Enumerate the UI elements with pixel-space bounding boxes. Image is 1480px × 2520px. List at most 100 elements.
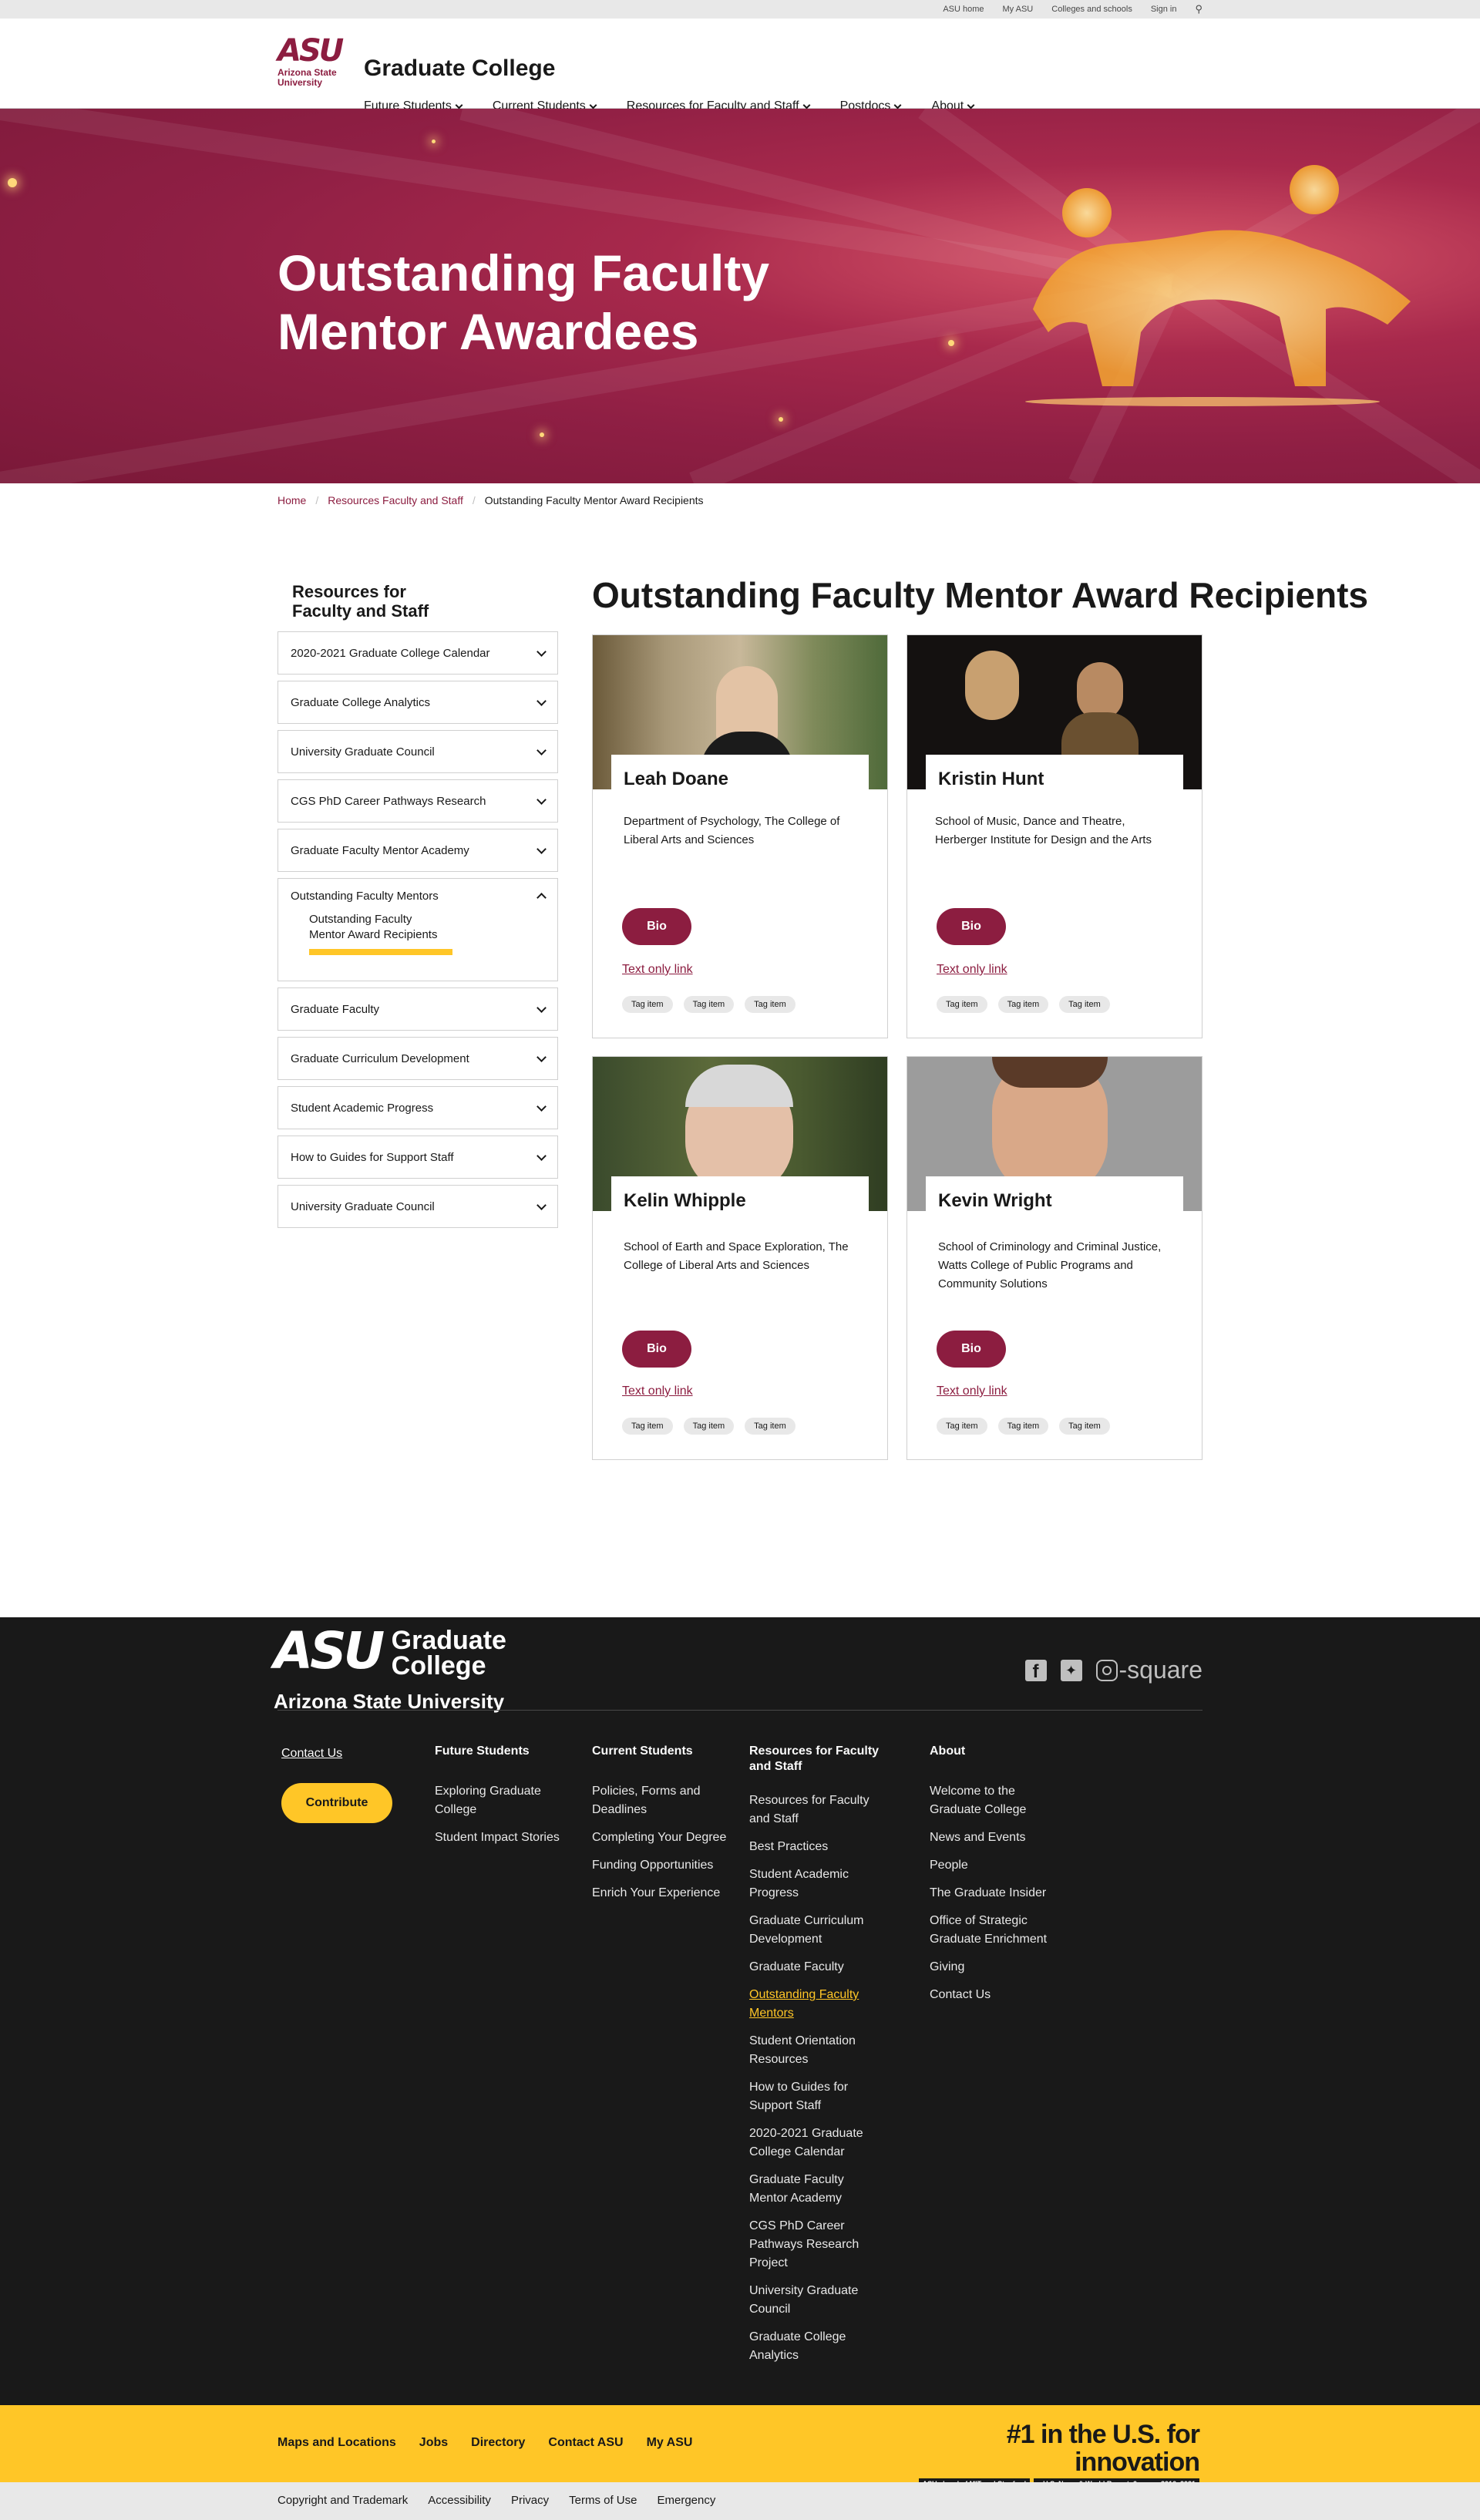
site-title[interactable]: Graduate College [364,56,555,82]
twitter-icon[interactable]: ✦ [1060,1659,1082,1681]
bio-button[interactable]: Bio [937,1331,1006,1368]
footer-link[interactable]: CGS PhD Career Pathways Research Project [749,2217,880,2273]
footer-link[interactable]: Student Impact Stories [435,1829,566,1847]
text-only-link[interactable]: Text only link [622,1384,693,1398]
footer-link[interactable]: How to Guides for Support Staff [749,2078,880,2115]
breadcrumb: Home / Resources Faculty and Staff / Out… [278,494,704,506]
tag-item[interactable]: Tag item [937,1418,987,1435]
colleges-link[interactable]: Colleges and schools [1051,5,1132,14]
footer-link[interactable]: Student Orientation Resources [749,2032,880,2069]
footer-link[interactable]: Enrich Your Experience [592,1884,731,1903]
footer-contact-link[interactable]: Contact Us [281,1747,342,1761]
sidebar-item[interactable]: 2020-2021 Graduate College Calendar [278,631,558,675]
chevron-down-icon [967,101,975,109]
footer-col-current: Current Students Policies, Forms and Dea… [592,1744,731,1912]
sidebar-item[interactable]: University Graduate Council [278,1185,558,1228]
footer-logo[interactable]: ASU Graduate College Arizona State Univer… [274,1626,506,1714]
footer-link[interactable]: Exploring Graduate College [435,1782,566,1819]
sidebar-item[interactable]: Graduate Faculty Mentor Academy [278,829,558,872]
sidebar-item[interactable]: How to Guides for Support Staff [278,1136,558,1179]
footer-link[interactable]: Best Practices [749,1838,880,1856]
search-icon[interactable]: ⚲ [1195,3,1202,15]
tag-list: Tag item Tag item Tag item [622,996,796,1013]
footer-link[interactable]: Graduate Faculty [749,1958,880,1977]
footer-link[interactable]: Giving [930,1958,1061,1977]
accessibility-link[interactable]: Accessibility [428,2494,491,2507]
text-only-link[interactable]: Text only link [937,963,1007,977]
footer-link[interactable]: Resources for Faculty and Staff [749,1792,880,1829]
facebook-icon[interactable]: f [1024,1659,1047,1682]
footer-link[interactable]: 2020-2021 Graduate College Calendar [749,2125,880,2162]
copyright-link[interactable]: Copyright and Trademark [278,2494,408,2507]
contribute-button[interactable]: Contribute [281,1783,392,1823]
sidebar-item-outstanding-mentors[interactable]: Outstanding Faculty Mentors Outstanding … [278,878,558,981]
footer-link[interactable]: Contact Us [930,1986,1061,2004]
asu-logo[interactable]: ASU Arizona State University [278,35,344,88]
bio-button[interactable]: Bio [622,1331,691,1368]
sidebar-item[interactable]: Graduate Faculty [278,987,558,1031]
tag-item[interactable]: Tag item [683,996,735,1013]
footer-my-asu-link[interactable]: My ASU [647,2436,693,2450]
footer-link[interactable]: Graduate Faculty Mentor Academy [749,2171,880,2208]
sidebar-item[interactable]: Graduate College Analytics [278,681,558,724]
sidebar-item[interactable]: University Graduate Council [278,730,558,773]
tag-item[interactable]: Tag item [622,1418,673,1435]
tag-item[interactable]: Tag item [745,1418,796,1435]
sidebar-subitem-active[interactable]: Outstanding Faculty Mentor Award Recipien… [309,912,452,955]
tag-item[interactable]: Tag item [1059,1418,1110,1435]
tag-item[interactable]: Tag item [683,1418,735,1435]
breadcrumb-home[interactable]: Home [278,494,306,506]
footer-link[interactable]: People [930,1856,1061,1875]
asu-home-link[interactable]: ASU home [943,5,984,14]
sidebar-item[interactable]: Graduate Curriculum Development [278,1037,558,1080]
bio-button[interactable]: Bio [937,908,1006,945]
footer-link[interactable]: Completing Your Degree [592,1829,731,1847]
footer-link[interactable]: Welcome to the Graduate College [930,1782,1061,1819]
sidebar: Resources for Faculty and Staff 2020-2021… [278,582,558,1234]
footer-col-resources: Resources for Faculty and Staff Resource… [749,1744,880,2374]
chevron-down-icon [893,101,902,109]
privacy-link[interactable]: Privacy [511,2494,549,2507]
chevron-down-icon [536,1051,547,1062]
hero-title: Outstanding Faculty Mentor Awardees [278,244,770,360]
footer-link[interactable]: Office of Strategic Graduate Enrichment [930,1912,1061,1949]
footer-link[interactable]: Funding Opportunities [592,1856,731,1875]
tag-item[interactable]: Tag item [997,996,1049,1013]
footer-link[interactable]: Graduate Curriculum Development [749,1912,880,1949]
footer-col-future: Future Students Exploring Graduate Colle… [435,1744,566,1856]
tag-item[interactable]: Tag item [1059,996,1110,1013]
footer-jobs-link[interactable]: Jobs [419,2436,448,2450]
chevron-up-icon [536,893,547,903]
sidebar-item[interactable]: CGS PhD Career Pathways Research [278,779,558,823]
tag-item[interactable]: Tag item [622,996,673,1013]
terms-link[interactable]: Terms of Use [569,2494,637,2507]
footer-link[interactable]: Policies, Forms and Deadlines [592,1782,731,1819]
breadcrumb-resources[interactable]: Resources Faculty and Staff [328,494,463,506]
footer-link-active[interactable]: Outstanding Faculty Mentors [749,1986,880,2023]
footer-contact-asu-link[interactable]: Contact ASU [548,2436,623,2450]
mentor-figure-illustration [1025,165,1411,406]
chevron-down-icon [455,101,463,109]
footer-maps-link[interactable]: Maps and Locations [278,2436,396,2450]
footer-directory-link[interactable]: Directory [471,2436,525,2450]
emergency-link[interactable]: Emergency [657,2494,715,2507]
footer-link[interactable]: The Graduate Insider [930,1884,1061,1903]
innovation-badge[interactable]: #1 in the U.S. for innovation ASU ahead … [886,2421,1200,2490]
footer-link[interactable]: University Graduate Council [749,2282,880,2319]
footer-link[interactable]: Student Academic Progress [749,1866,880,1903]
tag-item[interactable]: Tag item [997,1418,1049,1435]
footer-link[interactable]: Graduate College Analytics [749,2328,880,2365]
mentor-department: School of Criminology and Criminal Justi… [938,1240,1162,1290]
my-asu-link[interactable]: My ASU [1003,5,1034,14]
tag-item[interactable]: Tag item [745,996,796,1013]
bio-button[interactable]: Bio [622,908,691,945]
text-only-link[interactable]: Text only link [622,963,693,977]
sidebar-item[interactable]: Student Academic Progress [278,1086,558,1129]
site-header: ASU Arizona State University Graduate Col… [0,19,1480,121]
sparkle-icon [540,432,544,437]
text-only-link[interactable]: Text only link [937,1384,1007,1398]
instagram-square-icon[interactable]: -square [1095,1656,1202,1684]
sign-in-link[interactable]: Sign in [1151,5,1177,14]
tag-item[interactable]: Tag item [937,996,987,1013]
footer-link[interactable]: News and Events [930,1829,1061,1847]
